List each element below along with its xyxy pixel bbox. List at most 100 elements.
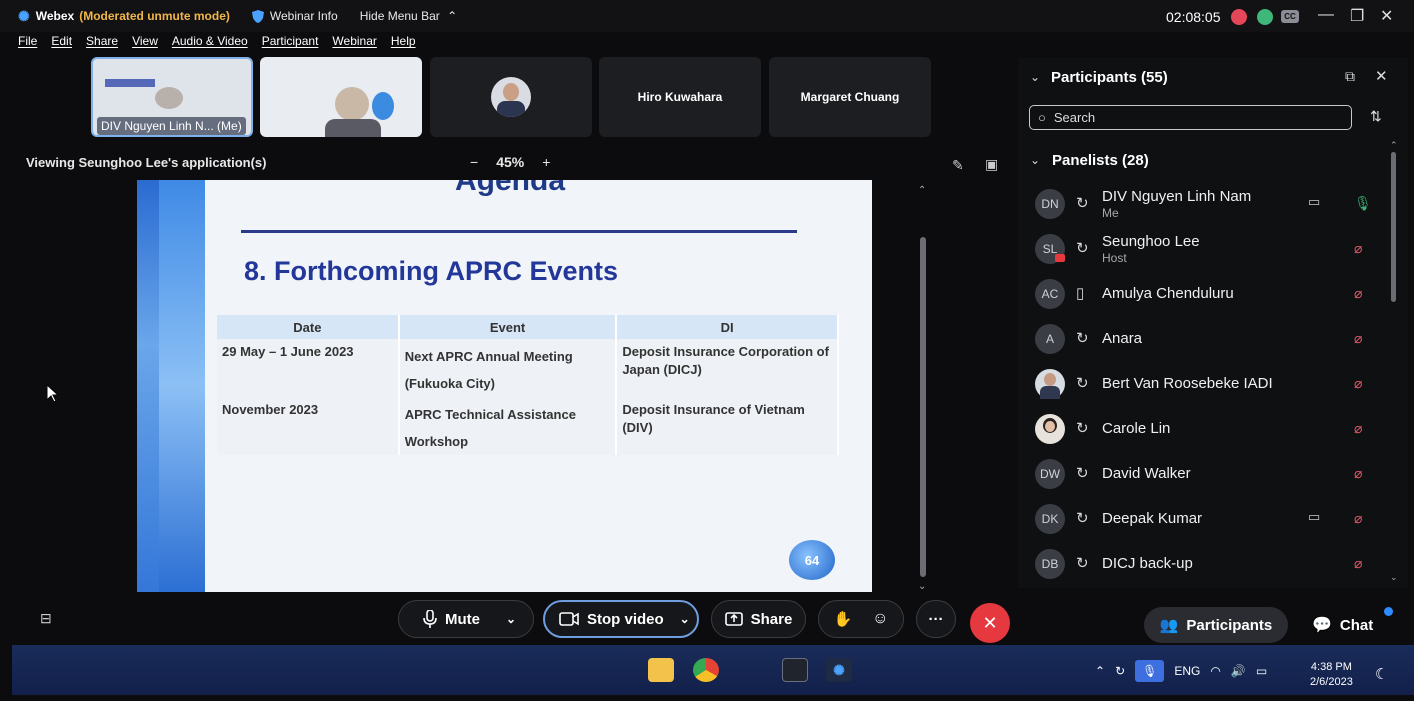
zoom-in-button[interactable]: +: [542, 154, 550, 170]
list-item[interactable]: SL ↻ Seunghoo Lee Host ⌀: [1035, 230, 1380, 270]
chat-notification-dot: [1384, 607, 1393, 616]
sync-icon: ↻: [1076, 555, 1089, 572]
video-thumbnail-hiro[interactable]: Hiro Kuwahara: [599, 57, 761, 137]
leave-meeting-button[interactable]: ✕: [970, 603, 1010, 643]
scroll-up-icon[interactable]: ⌃: [1390, 140, 1398, 151]
list-item[interactable]: DK ↻ Deepak Kumar ▭ ⌀: [1035, 500, 1380, 540]
sort-icon[interactable]: ⇅: [1370, 108, 1382, 125]
menu-webinar[interactable]: Webinar: [332, 34, 376, 48]
reactions-icon[interactable]: ☺: [872, 610, 888, 628]
speaker-body: [325, 119, 381, 137]
list-item[interactable]: DN ↻ DIV Nguyen Linh Nam Me ▭ 🎙: [1035, 185, 1380, 225]
scrollbar-thumb[interactable]: [920, 237, 926, 577]
search-input[interactable]: ○ Search: [1029, 105, 1352, 130]
minimize-icon[interactable]: —: [1318, 6, 1334, 24]
microphone-muted-icon[interactable]: ⌀: [1354, 285, 1362, 302]
wifi-icon[interactable]: ◠: [1210, 664, 1220, 678]
list-item[interactable]: A ↻ Anara ⌀: [1035, 320, 1380, 360]
video-thumbnail-margaret[interactable]: Margaret Chuang: [769, 57, 931, 137]
chevron-down-icon[interactable]: ⌄: [1030, 70, 1040, 84]
scrollbar-thumb[interactable]: [1391, 152, 1396, 302]
mode-label: (Moderated unmute mode): [79, 9, 230, 23]
menu-edit[interactable]: Edit: [51, 34, 72, 48]
file-explorer-icon[interactable]: [648, 658, 674, 682]
microphone-muted-icon[interactable]: ⌀: [1354, 375, 1362, 392]
network-health-icon[interactable]: [1257, 9, 1273, 25]
captions-icon[interactable]: ⊟: [40, 610, 52, 627]
hide-menu-bar-button[interactable]: Hide Menu Bar ⌃: [360, 9, 457, 23]
zoom-out-button[interactable]: −: [470, 154, 478, 170]
microphone-muted-icon[interactable]: ⌀: [1354, 465, 1362, 482]
annotate-icon[interactable]: ✎: [952, 157, 964, 174]
list-item[interactable]: ↻ Bert Van Roosebeke IADI ⌀: [1035, 365, 1380, 405]
microphone-tray-icon[interactable]: 🎙: [1135, 660, 1165, 682]
chevron-down-icon[interactable]: ⌄: [506, 612, 516, 626]
battery-icon[interactable]: ▭: [1256, 664, 1267, 678]
recording-icon[interactable]: [1231, 9, 1247, 25]
terminal-icon[interactable]: [782, 658, 808, 682]
sync-icon: ↻: [1076, 420, 1089, 437]
microphone-muted-icon[interactable]: ⌀: [1354, 330, 1362, 347]
chat-button-label: Chat: [1339, 616, 1374, 634]
webex-taskbar-icon[interactable]: ✺: [826, 658, 852, 682]
stop-video-button[interactable]: Stop video ⌄: [543, 600, 699, 638]
focus-moon-icon[interactable]: ☾: [1375, 665, 1388, 683]
video-thumbnail-self[interactable]: DIV Nguyen Linh N... (Me): [91, 57, 253, 137]
menu-share[interactable]: Share: [86, 34, 118, 48]
close-icon[interactable]: ✕: [1380, 6, 1393, 26]
video-thumbnail-3[interactable]: [430, 57, 592, 137]
participant-name: Amulya Chenduluru: [1102, 285, 1234, 302]
microphone-muted-icon[interactable]: ⌀: [1354, 420, 1362, 437]
volume-icon[interactable]: 🔊: [1231, 664, 1246, 678]
participant-name: Deepak Kumar: [1102, 510, 1203, 527]
mobile-device-icon: ▯: [1076, 285, 1085, 302]
menu-participant[interactable]: Participant: [262, 34, 319, 48]
pop-out-icon[interactable]: ⧉: [1345, 68, 1355, 85]
chevron-up-icon[interactable]: ⌃: [1095, 664, 1105, 678]
microphone-muted-icon[interactable]: ⌀: [1354, 510, 1362, 527]
restore-icon[interactable]: ❐: [1350, 6, 1364, 26]
remote-control-icon[interactable]: ▣: [985, 156, 998, 173]
slide-scrollbar[interactable]: ⌃ ⌄: [916, 185, 930, 595]
microphone-muted-icon[interactable]: ⌀: [1354, 555, 1362, 572]
chrome-icon[interactable]: [693, 658, 719, 682]
table-row: November 2023 APRC Technical Assistance …: [217, 397, 839, 455]
list-item[interactable]: ↻ Carole Lin ⌀: [1035, 410, 1380, 450]
system-tray: ⌃ ↻ 🎙 ENG ◠ 🔊 ▭: [1095, 660, 1267, 682]
chevron-down-icon[interactable]: ⌄: [1030, 153, 1040, 167]
search-placeholder: Search: [1053, 110, 1096, 125]
sync-tray-icon[interactable]: ↻: [1115, 664, 1125, 678]
close-icon: ✕: [982, 612, 998, 633]
webinar-info-button[interactable]: Webinar Info: [251, 9, 338, 23]
zoom-level: 45%: [496, 154, 525, 170]
participant-name: David Walker: [1102, 465, 1191, 482]
raise-hand-icon[interactable]: ✋: [833, 610, 852, 628]
menu-audio-video[interactable]: Audio & Video: [172, 34, 248, 48]
closed-captions-icon[interactable]: CC: [1281, 10, 1299, 23]
scroll-down-icon[interactable]: ⌄: [1390, 572, 1398, 583]
scroll-down-icon[interactable]: ⌄: [918, 581, 926, 592]
microphone-muted-icon[interactable]: ⌀: [1354, 240, 1362, 257]
chat-button[interactable]: 💬 Chat: [1312, 610, 1373, 640]
more-options-button[interactable]: ···: [916, 600, 956, 638]
panel-scrollbar[interactable]: ⌃ ⌄: [1389, 140, 1399, 585]
microphone-on-icon[interactable]: 🎙: [1354, 195, 1372, 212]
video-thumbnail-speaker[interactable]: [260, 57, 422, 137]
participants-button[interactable]: 👥 Participants: [1144, 607, 1288, 643]
mute-button[interactable]: Mute ⌄: [398, 600, 534, 638]
menu-view[interactable]: View: [132, 34, 158, 48]
language-indicator[interactable]: ENG: [1174, 664, 1200, 678]
chevron-down-icon[interactable]: ⌄: [680, 612, 690, 626]
list-item[interactable]: DB ↻ DICJ back-up ⌀: [1035, 545, 1380, 585]
taskbar-clock[interactable]: 4:38 PM 2/6/2023: [1310, 660, 1353, 690]
list-item[interactable]: DW ↻ David Walker ⌀: [1035, 455, 1380, 495]
scroll-up-icon[interactable]: ⌃: [918, 185, 926, 196]
list-item[interactable]: AC ▯ Amulya Chenduluru ⌀: [1035, 275, 1380, 315]
share-button[interactable]: Share: [711, 600, 806, 638]
menu-file[interactable]: File: [18, 34, 37, 48]
di-cell: Deposit Insurance Corporation of Japan (…: [616, 339, 839, 397]
avatar: [1035, 414, 1065, 444]
participant-name: Seunghoo Lee: [1102, 233, 1200, 250]
close-panel-icon[interactable]: ✕: [1375, 67, 1388, 85]
menu-help[interactable]: Help: [391, 34, 416, 48]
